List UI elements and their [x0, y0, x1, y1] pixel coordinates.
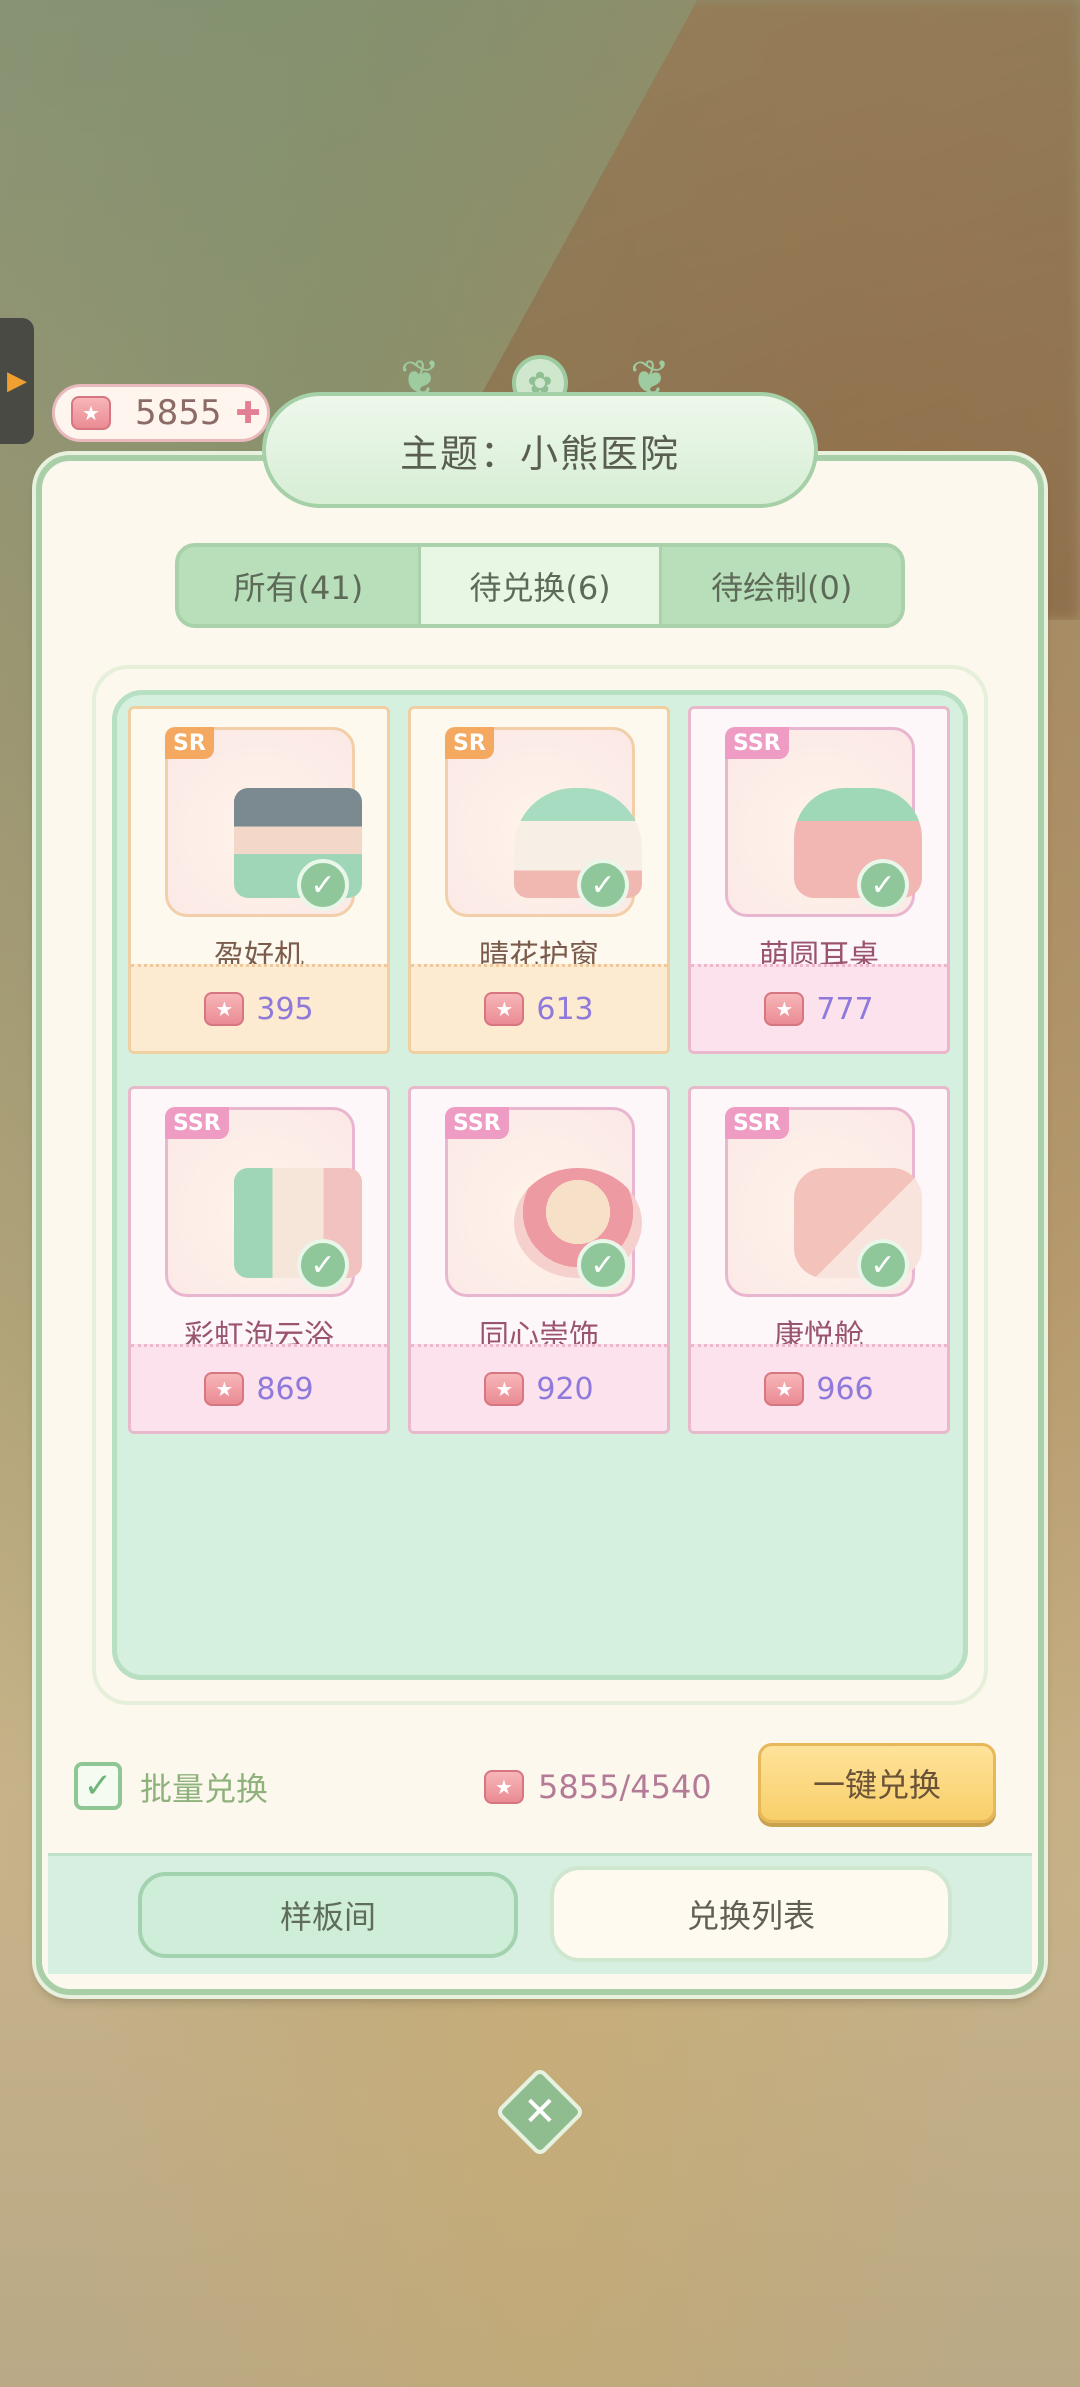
one-key-exchange-button[interactable]: 一键兑换 [758, 1743, 996, 1823]
thumbs-up-icon: ★ [204, 1372, 245, 1406]
thumbs-up-icon: ★ [764, 992, 805, 1026]
price-value: 920 [536, 1371, 594, 1407]
rarity-badge: SSR [725, 1107, 789, 1139]
side-expand-button[interactable]: ▶ [0, 318, 34, 444]
check-icon: ✓ [577, 1239, 629, 1291]
arrow-right-icon: ▶ [7, 366, 27, 396]
total-cost: ★ 5855/4540 [484, 1768, 712, 1806]
batch-exchange-checkbox[interactable]: ✓ [74, 1762, 122, 1810]
thumbs-up-icon: ★ [484, 1770, 524, 1804]
page-title: 主题：小熊医院 [399, 431, 680, 476]
price-value: 777 [816, 991, 874, 1027]
title-banner: 主题：小熊医院 [262, 392, 818, 508]
check-icon: ✓ [577, 859, 629, 911]
item-card[interactable]: SSR ✓ 同心崇饰 ★ 920 [408, 1086, 670, 1434]
thumbs-up-icon: ★ [484, 992, 525, 1026]
currency-amount: 5855 [135, 393, 222, 433]
filter-tabs: 所有(41) 待兑换(6) 待绘制(0) [175, 543, 905, 628]
item-price: ★ 613 [411, 964, 667, 1051]
rarity-badge: SR [165, 727, 214, 759]
item-price: ★ 966 [691, 1344, 947, 1431]
rarity-badge: SR [445, 727, 494, 759]
rarity-badge: SSR [725, 727, 789, 759]
close-icon: ✕ [523, 2088, 557, 2135]
item-card[interactable]: SSR ✓ 彩虹泡云浴 ★ 869 [128, 1086, 390, 1434]
batch-exchange-label: 批量兑换 [140, 1770, 269, 1808]
item-card[interactable]: SSR ✓ 康悦舱 ★ 966 [688, 1086, 950, 1434]
tab-all[interactable]: 所有(41) [179, 547, 418, 624]
tab-pending-draw[interactable]: 待绘制(0) [659, 547, 901, 624]
exchange-list-button[interactable]: 兑换列表 [550, 1866, 952, 1962]
item-card[interactable]: SR ✓ 盈好机 ★ 395 [128, 706, 390, 1054]
item-card[interactable]: SR ✓ 晴花护窗 ★ 613 [408, 706, 670, 1054]
add-currency-icon[interactable]: ✚ [236, 396, 261, 431]
item-price: ★ 395 [131, 964, 387, 1051]
price-value: 613 [536, 991, 594, 1027]
check-icon: ✓ [857, 1239, 909, 1291]
thumbs-up-icon: ★ [764, 1372, 805, 1406]
rarity-badge: SSR [165, 1107, 229, 1139]
item-card[interactable]: SSR ✓ 萌圆耳桌 ★ 777 [688, 706, 950, 1054]
price-value: 395 [256, 991, 314, 1027]
check-icon: ✓ [297, 1239, 349, 1291]
item-price: ★ 920 [411, 1344, 667, 1431]
close-button[interactable]: ✕ [494, 2066, 586, 2158]
check-icon: ✓ [297, 859, 349, 911]
tab-pending-exchange[interactable]: 待兑换(6) [417, 547, 660, 624]
check-icon: ✓ [857, 859, 909, 911]
thumbs-up-icon: ★ [71, 396, 111, 430]
price-value: 966 [816, 1371, 874, 1407]
total-cost-value: 5855/4540 [538, 1768, 712, 1806]
sample-room-button[interactable]: 样板间 [138, 1872, 518, 1958]
item-price: ★ 777 [691, 964, 947, 1051]
price-value: 869 [256, 1371, 314, 1407]
thumbs-up-icon: ★ [484, 1372, 525, 1406]
item-price: ★ 869 [131, 1344, 387, 1431]
currency-display[interactable]: ★ 5855 ✚ [52, 384, 270, 442]
thumbs-up-icon: ★ [204, 992, 245, 1026]
rarity-badge: SSR [445, 1107, 509, 1139]
